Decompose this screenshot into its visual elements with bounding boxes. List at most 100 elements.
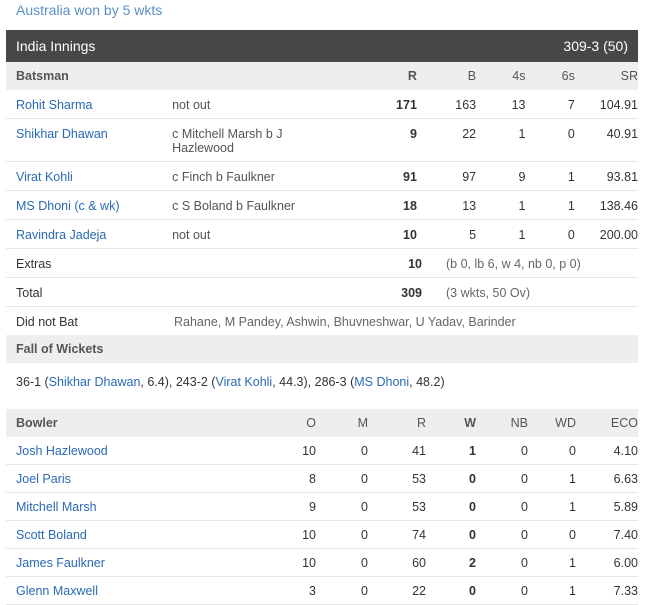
batsman-sixes: 1 [567, 170, 575, 184]
extras-row: Extras 10 (b 0, lb 6, w 4, nb 0, p 0) [6, 249, 638, 278]
extras-label: Extras [16, 257, 52, 271]
batsman-runs: 91 [403, 170, 417, 184]
batsman-name-link[interactable]: Rohit Sharma [6, 98, 162, 112]
bowler-no-balls: 0 [521, 528, 528, 542]
bowler-row: Josh Hazlewood 10 0 41 1 0 0 4.10 [6, 437, 638, 465]
bowler-maidens: 0 [361, 584, 368, 598]
economy-column-header: ECO [610, 416, 638, 430]
bowler-wides: 1 [569, 584, 576, 598]
batsman-runs: 18 [403, 199, 417, 213]
batsman-sixes: 0 [567, 127, 575, 141]
innings-title: India Innings [16, 38, 96, 54]
bowler-runs: 53 [412, 472, 426, 486]
fow-player-link[interactable]: Virat Kohli [215, 375, 272, 389]
bowler-wides: 1 [569, 472, 576, 486]
runs-column-header: R [407, 69, 417, 83]
batsman-fours: 1 [518, 228, 526, 242]
wides-column-header: WD [555, 416, 576, 430]
batsman-name-link[interactable]: Virat Kohli [6, 170, 162, 184]
batsman-name-link[interactable]: MS Dhoni (c & wk) [6, 199, 162, 213]
batsman-runs: 10 [403, 228, 417, 242]
fow-player-link[interactable]: Shikhar Dhawan [49, 375, 141, 389]
fall-of-wicket-item: 36-1 (Shikhar Dhawan, 6.4), [16, 375, 176, 389]
bowler-name-link[interactable]: Scott Boland [6, 528, 236, 542]
bowler-wickets: 2 [469, 556, 476, 570]
bowler-economy: 7.33 [613, 584, 638, 598]
fow-over: 48.2 [416, 375, 441, 389]
bowler-wickets: 0 [469, 584, 476, 598]
batsman-strike-rate: 40.91 [606, 127, 639, 141]
bowler-maidens: 0 [361, 528, 368, 542]
bowler-runs: 53 [412, 500, 426, 514]
balls-column-header: B [467, 69, 477, 83]
scorecard: India Innings 309-3 (50) Batsman R B 4s … [6, 30, 638, 605]
batsman-strike-rate: 138.46 [599, 199, 639, 213]
bowler-wides: 1 [569, 556, 576, 570]
dismissal-text: c S Boland b Faulkner [172, 199, 296, 213]
batsman-fours: 1 [518, 199, 526, 213]
batting-header-row: Batsman R B 4s 6s SR [6, 62, 638, 90]
bowler-name-link[interactable]: Mitchell Marsh [6, 500, 236, 514]
bowler-economy: 7.40 [613, 528, 638, 542]
batsman-name-link[interactable]: Shikhar Dhawan [6, 127, 162, 141]
fall-of-wicket-item: 243-2 (Virat Kohli, 44.3), [175, 375, 315, 389]
fow-over: 44.3 [279, 375, 304, 389]
dismissal-text: not out [172, 98, 211, 112]
extras-value: 10 [408, 257, 422, 271]
batsman-row: Rohit Sharma not out 171 163 13 7 104.91 [6, 90, 638, 119]
batsman-row: Virat Kohli c Finch b Faulkner 91 97 9 1 93.81 [6, 162, 638, 191]
bowler-name-link[interactable]: Joel Paris [6, 472, 236, 486]
total-value: 309 [401, 286, 422, 300]
bowler-name-link[interactable]: James Faulkner [6, 556, 236, 570]
fall-of-wickets-list: 36-1 (Shikhar Dhawan, 6.4), 243-2 (Virat… [6, 363, 638, 409]
sixes-column-header: 6s [561, 69, 575, 83]
batsman-name-link[interactable]: Ravindra Jadeja [6, 228, 162, 242]
fow-player-link[interactable]: MS Dhoni [354, 375, 409, 389]
bowler-row: Joel Paris 8 0 53 0 0 1 6.63 [6, 465, 638, 493]
batsman-row: Shikhar Dhawan c Mitchell Marsh b J Hazle… [6, 119, 638, 162]
fow-score: 243-2 [175, 375, 208, 389]
innings-score: 309-3 (50) [563, 38, 628, 54]
bowler-overs: 8 [309, 472, 316, 486]
bowler-runs: 41 [412, 444, 426, 458]
strike-rate-column-header: SR [620, 69, 639, 83]
runs-conceded-column-header: R [416, 416, 426, 430]
fow-score: 286-3 [314, 375, 347, 389]
bowler-overs: 10 [302, 556, 316, 570]
batsman-balls: 13 [462, 199, 477, 213]
fow-over: 6.4 [147, 375, 165, 389]
bowler-name-link[interactable]: Glenn Maxwell [6, 584, 236, 598]
batsman-fours: 13 [511, 98, 526, 112]
bowler-no-balls: 0 [521, 444, 528, 458]
bowler-economy: 6.63 [613, 472, 638, 486]
bowler-name-link[interactable]: Josh Hazlewood [6, 444, 236, 458]
batsman-sixes: 7 [567, 98, 575, 112]
bowler-no-balls: 0 [521, 472, 528, 486]
bowler-row: Scott Boland 10 0 74 0 0 0 7.40 [6, 521, 638, 549]
batsman-balls: 22 [462, 127, 477, 141]
batsman-fours: 1 [518, 127, 526, 141]
extras-detail: (b 0, lb 6, w 4, nb 0, p 0) [446, 257, 581, 271]
batsmen-list: Rohit Sharma not out 171 163 13 7 104.91 Shikha… [6, 90, 638, 249]
no-balls-column-header: NB [510, 416, 528, 430]
batsman-runs: 9 [409, 127, 417, 141]
bowler-column-header: Bowler [16, 416, 58, 430]
fow-score: 36-1 [16, 375, 42, 389]
bowler-economy: 4.10 [613, 444, 638, 458]
bowler-wickets: 0 [469, 528, 476, 542]
dismissal-text: not out [172, 228, 211, 242]
total-label: Total [16, 286, 43, 300]
bowler-maidens: 0 [361, 556, 368, 570]
bowler-overs: 10 [302, 528, 316, 542]
bowler-wides: 0 [569, 444, 576, 458]
bowler-no-balls: 0 [521, 500, 528, 514]
fours-column-header: 4s [512, 69, 526, 83]
innings-header: India Innings 309-3 (50) [6, 30, 638, 62]
did-not-bat-players: Rahane, M Pandey, Ashwin, Bhuvneshwar, U… [174, 315, 516, 329]
bowler-row: James Faulkner 10 0 60 2 0 1 6.00 [6, 549, 638, 577]
batsman-strike-rate: 93.81 [606, 170, 639, 184]
batsman-column-header: Batsman [16, 69, 69, 83]
bowler-overs: 9 [309, 500, 316, 514]
bowler-overs: 10 [302, 444, 316, 458]
match-result-link[interactable]: Australia won by 5 wkts [16, 2, 162, 18]
